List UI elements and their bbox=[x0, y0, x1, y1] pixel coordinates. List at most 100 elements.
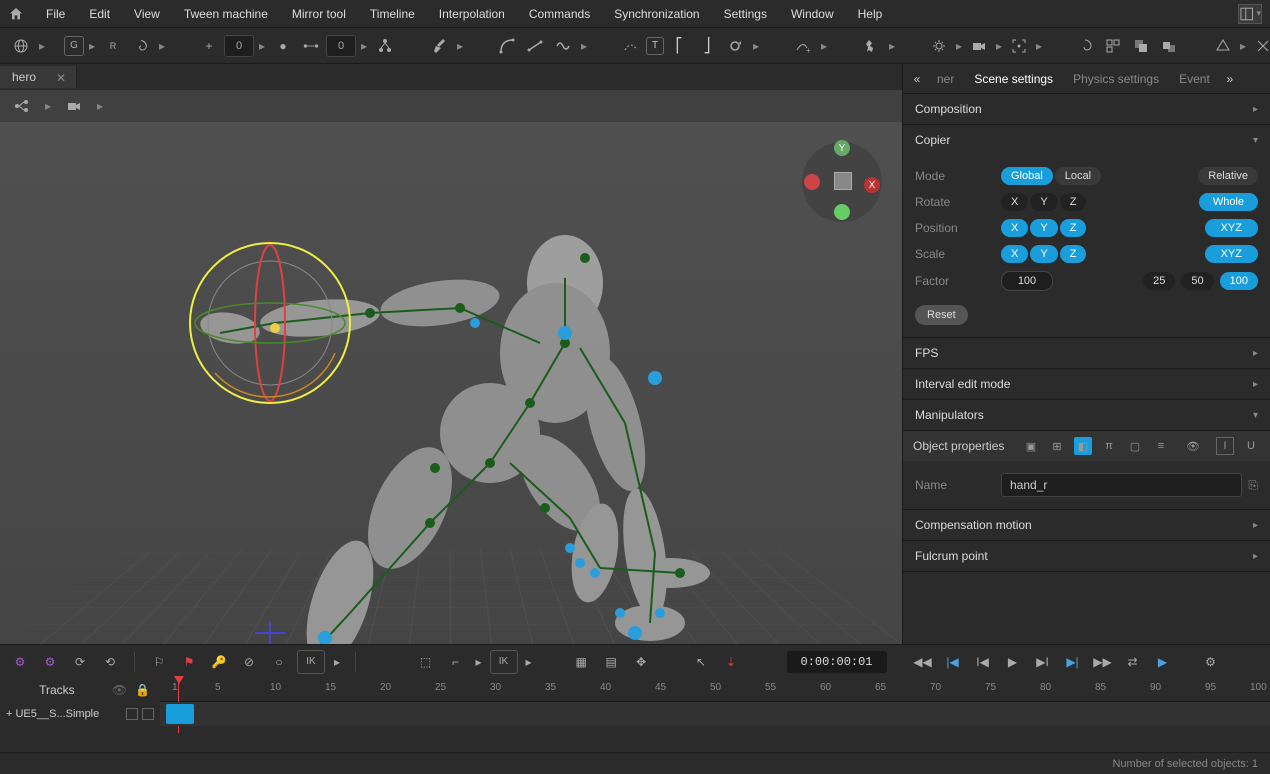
play-blue-icon[interactable]: ▶ bbox=[1151, 650, 1175, 674]
factor-25-button[interactable]: 25 bbox=[1143, 272, 1175, 290]
layout2-icon[interactable]: ⊞ bbox=[1048, 437, 1066, 455]
tab-physics-settings[interactable]: Physics settings bbox=[1063, 66, 1169, 92]
menu-file[interactable]: File bbox=[36, 3, 75, 25]
curve-plus-icon[interactable]: + bbox=[790, 33, 816, 59]
bracket-right-icon[interactable]: ⎦ bbox=[694, 33, 720, 59]
globe-icon[interactable] bbox=[8, 33, 34, 59]
axis-x-icon[interactable]: X bbox=[864, 177, 880, 193]
axis-green-dot[interactable] bbox=[834, 204, 850, 220]
navigation-cube[interactable]: Y X bbox=[802, 142, 882, 222]
layout1-icon[interactable]: ▣ bbox=[1022, 437, 1040, 455]
layers2-icon[interactable] bbox=[1156, 33, 1182, 59]
lock-icon[interactable]: 🔒 bbox=[135, 683, 150, 697]
prev-key-icon[interactable]: |◀ bbox=[941, 650, 965, 674]
chevron-down-icon[interactable]: ▸ bbox=[750, 33, 762, 59]
position-y-button[interactable]: Y bbox=[1030, 219, 1057, 237]
rotate-x-button[interactable]: X bbox=[1001, 193, 1028, 211]
menu-timeline[interactable]: Timeline bbox=[360, 3, 425, 25]
section-interval[interactable]: Interval edit mode▸ bbox=[903, 369, 1270, 399]
focus-icon[interactable] bbox=[1006, 33, 1032, 59]
curve-linear-icon[interactable] bbox=[522, 33, 548, 59]
chevron-down-icon[interactable]: ▸ bbox=[994, 33, 1004, 59]
checkbox1[interactable] bbox=[126, 708, 138, 720]
position-x-button[interactable]: X bbox=[1001, 219, 1028, 237]
run-icon[interactable] bbox=[858, 33, 884, 59]
bracket-left-icon[interactable]: ⎡ bbox=[666, 33, 692, 59]
chevron-down-icon[interactable]: ▸ bbox=[36, 33, 48, 59]
position-xyz-button[interactable]: XYZ bbox=[1205, 219, 1258, 237]
i-icon[interactable]: I bbox=[1216, 437, 1234, 455]
branch-icon[interactable] bbox=[8, 94, 36, 118]
chevron-down-icon[interactable]: ▸ bbox=[94, 94, 106, 118]
factor-50-button[interactable]: 50 bbox=[1181, 272, 1213, 290]
mode-relative-button[interactable]: Relative bbox=[1198, 167, 1258, 185]
layers-icon[interactable] bbox=[1128, 33, 1154, 59]
menu-commands[interactable]: Commands bbox=[519, 3, 600, 25]
tool-icon[interactable] bbox=[1250, 33, 1270, 59]
section-copier[interactable]: Copier ▾ bbox=[903, 125, 1270, 155]
menu-edit[interactable]: Edit bbox=[79, 3, 120, 25]
chevron-down-icon[interactable]: ▸ bbox=[256, 33, 268, 59]
prev-frame-icon[interactable]: I◀ bbox=[971, 650, 995, 674]
menu-tween[interactable]: Tween machine bbox=[174, 3, 278, 25]
gear-purple2-icon[interactable]: ⚙ bbox=[38, 650, 62, 674]
rotate-y-button[interactable]: Y bbox=[1030, 193, 1057, 211]
menu-window[interactable]: Window bbox=[781, 3, 844, 25]
nav-cube-center[interactable] bbox=[834, 172, 852, 190]
skip-end-icon[interactable]: ▶▶ bbox=[1091, 650, 1115, 674]
mode-global-button[interactable]: Global bbox=[1001, 167, 1053, 185]
chevron-down-icon[interactable]: ▸ bbox=[42, 94, 54, 118]
axis-y-icon[interactable]: Y bbox=[834, 140, 850, 156]
curve-bezier-icon[interactable] bbox=[494, 33, 520, 59]
tab-partial[interactable]: ner bbox=[927, 66, 964, 92]
menu-sync[interactable]: Synchronization bbox=[604, 3, 709, 25]
chevron-down-icon[interactable]: ▸ bbox=[454, 33, 466, 59]
numeric-input-2[interactable]: 0 bbox=[326, 35, 356, 57]
axis-red-dot[interactable] bbox=[804, 174, 820, 190]
grid-add-icon[interactable] bbox=[1100, 33, 1126, 59]
tabs-scroll-left-icon[interactable]: « bbox=[907, 72, 927, 86]
scale-z-button[interactable]: Z bbox=[1060, 245, 1087, 263]
chevron-down-icon[interactable]: ▸ bbox=[578, 33, 590, 59]
frame-icon[interactable]: ⬚ bbox=[414, 650, 438, 674]
checkbox2[interactable] bbox=[142, 708, 154, 720]
timeline-ruler-area[interactable]: 1 5 10 15 20 25 30 35 40 45 50 55 60 65 … bbox=[160, 678, 1270, 734]
eye-icon[interactable]: 👁 bbox=[1184, 437, 1202, 455]
track-clip[interactable] bbox=[166, 704, 194, 724]
menu-mirror[interactable]: Mirror tool bbox=[282, 3, 356, 25]
key-icon[interactable]: 🔑 bbox=[207, 650, 231, 674]
timecode[interactable]: 0:00:00:01 bbox=[787, 651, 887, 673]
camera-icon[interactable] bbox=[966, 33, 992, 59]
play-icon[interactable]: ▶ bbox=[1001, 650, 1025, 674]
cursor-icon[interactable]: ↖ bbox=[689, 650, 713, 674]
r-icon[interactable]: R bbox=[100, 33, 126, 59]
section-manipulators[interactable]: Manipulators▾ bbox=[903, 400, 1270, 430]
name-input[interactable] bbox=[1001, 473, 1242, 497]
gear-icon[interactable] bbox=[926, 33, 952, 59]
wave-icon[interactable] bbox=[550, 33, 576, 59]
ik2-button[interactable]: IK bbox=[490, 650, 518, 674]
next-frame-icon[interactable]: ▶I bbox=[1031, 650, 1055, 674]
menu-settings[interactable]: Settings bbox=[714, 3, 777, 25]
gear-purple-icon[interactable]: ⚙ bbox=[8, 650, 32, 674]
grid-icon[interactable]: ▦ bbox=[569, 650, 593, 674]
loop-icon[interactable]: ⇄ bbox=[1121, 650, 1145, 674]
factor-100-button[interactable]: 100 bbox=[1220, 272, 1258, 290]
block-icon[interactable]: ⊘ bbox=[237, 650, 261, 674]
list-icon[interactable]: ≡ bbox=[1152, 437, 1170, 455]
move-icon[interactable]: ✥ bbox=[629, 650, 653, 674]
text-icon[interactable]: T bbox=[646, 37, 664, 55]
chevron-down-icon[interactable]: ▸ bbox=[1238, 33, 1248, 59]
chevron-down-icon[interactable]: ▸ bbox=[331, 650, 343, 674]
home-icon[interactable] bbox=[8, 6, 24, 22]
chevron-down-icon[interactable]: ▸ bbox=[886, 33, 898, 59]
chevron-down-icon[interactable]: ▸ bbox=[156, 33, 168, 59]
pi-icon[interactable]: π bbox=[1100, 437, 1118, 455]
tabs-scroll-right-icon[interactable]: » bbox=[1220, 72, 1240, 86]
chevron-down-icon[interactable]: ▸ bbox=[818, 33, 830, 59]
brush-icon[interactable] bbox=[426, 33, 452, 59]
viewport-canvas[interactable]: Y X bbox=[0, 122, 902, 644]
flag-outline-icon[interactable]: ⚐ bbox=[147, 650, 171, 674]
spiral2-icon[interactable] bbox=[1072, 33, 1098, 59]
rotate-z-button[interactable]: Z bbox=[1060, 193, 1087, 211]
